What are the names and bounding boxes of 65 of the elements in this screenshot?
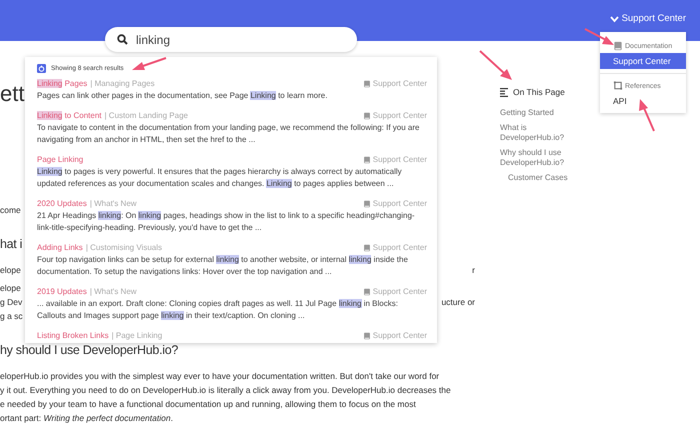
result-snippet: Pages can link other pages in the documentation, see Page Linking to learn more. (37, 90, 328, 102)
page-title: ett (0, 81, 24, 106)
annotation-arrow (639, 99, 655, 132)
toc-link[interactable]: What is DeveloperHub.io? (500, 123, 580, 143)
site-menu-button[interactable]: Support Center (610, 13, 686, 24)
book-icon (362, 244, 371, 252)
body-text: elope (0, 264, 21, 277)
book-icon (362, 80, 371, 88)
result-source: Support Center (372, 199, 427, 208)
body-text: elope (0, 282, 21, 295)
result-source: Support Center (372, 111, 427, 120)
result-section: | Customising Visuals (86, 243, 162, 252)
result-source: Support Center (372, 331, 427, 340)
body-text: come (0, 204, 21, 217)
result-title-link[interactable]: Adding Links (37, 243, 83, 252)
book-icon (362, 200, 371, 208)
body-text: y it out. Everything you need to do on DeveloperHub.io is literally a click away from you. DeveloperHub.io decreases the (0, 384, 452, 397)
result-snippet: To navigate to content in the documentation from your landing page, we recommend the following: If you are navigating from an anchor in HTML, then set the href to the ... (37, 122, 420, 146)
menu-item[interactable]: API (600, 93, 686, 109)
result-title-link[interactable]: Listing Broken Links (37, 331, 109, 340)
body-text: g a sc (0, 310, 23, 323)
result-section: | Managing Pages (90, 79, 155, 88)
search-icon (117, 34, 128, 45)
toc-link[interactable]: Customer Cases (508, 173, 580, 183)
body-text: ortant part: Writing the perfect documentation. (0, 412, 174, 425)
body-text: r (472, 264, 475, 277)
annotation-arrow (132, 57, 166, 70)
result-snippet: 21 Apr Headings linking: On linking pages, headings show in the list to link to a specific heading#changing-link-title-specifying-heading. Previously, you'd have to get the ... (37, 210, 416, 234)
result-source: Support Center (372, 79, 427, 88)
frame-icon (613, 81, 623, 91)
result-section: | Page Linking (112, 331, 162, 340)
body-text: ucture or (441, 296, 475, 309)
book-icon (362, 112, 371, 120)
book-icon (613, 41, 623, 51)
clock-icon (37, 64, 46, 73)
toc-link[interactable]: Getting Started (500, 108, 580, 118)
book-icon (362, 332, 371, 340)
result-snippet: Linking to pages is very powerful. It ensures that the pages hierarchy is always correct by automatically updated references as your documentation scales and changes. Linking to pages applies between ... (37, 166, 403, 190)
result-title-link[interactable]: 2019 Updates (37, 287, 87, 296)
section-heading: hat i (0, 236, 22, 253)
result-section: | Custom Landing Page (104, 111, 188, 120)
body-text: eloperHub.io provides you with the simplest way ever to have your documentation written. But don't take our word for (0, 370, 440, 383)
body-text: e needed by your team to have a functional documentation up and running, allowing them to focus on the most (0, 398, 417, 411)
result-snippet: ... available in an export. Draft clone: Cloning copies draft pages as well. 11 Jul Page linking in Blocks: Callouts and Images support page linking in their text/caption. On cloning ... (37, 298, 399, 322)
book-icon (362, 156, 371, 164)
result-title-link[interactable]: Linking to Content (37, 111, 102, 120)
annotation-arrow (584, 28, 614, 45)
result-section: | What's New (90, 199, 137, 208)
search-field[interactable]: linking (105, 27, 357, 52)
result-section: | What's New (90, 287, 137, 296)
result-source: Support Center (372, 287, 427, 296)
result-source: Support Center (372, 243, 427, 252)
result-title-link[interactable]: Page Linking (37, 155, 84, 164)
book-icon (362, 288, 371, 296)
result-source: Support Center (372, 155, 427, 164)
chevron-icon (610, 14, 619, 22)
result-title-link[interactable]: 2020 Updates (37, 199, 87, 208)
result-snippet: Four top navigation links can be setup for external linking to another website, or internal linking inside the documentation. To setup the navigations links: Hover over the top navigation and ... (37, 254, 409, 278)
section-heading: hy should I use DeveloperHub.io? (0, 342, 178, 359)
toc-link[interactable]: Why should I use DeveloperHub.io? (500, 148, 580, 168)
toc-title: On This Page (513, 87, 565, 97)
list-icon (500, 88, 508, 96)
body-text: g Dev (0, 296, 22, 309)
annotation-arrow (479, 50, 512, 80)
menu-item[interactable]: Support Center (600, 53, 686, 69)
